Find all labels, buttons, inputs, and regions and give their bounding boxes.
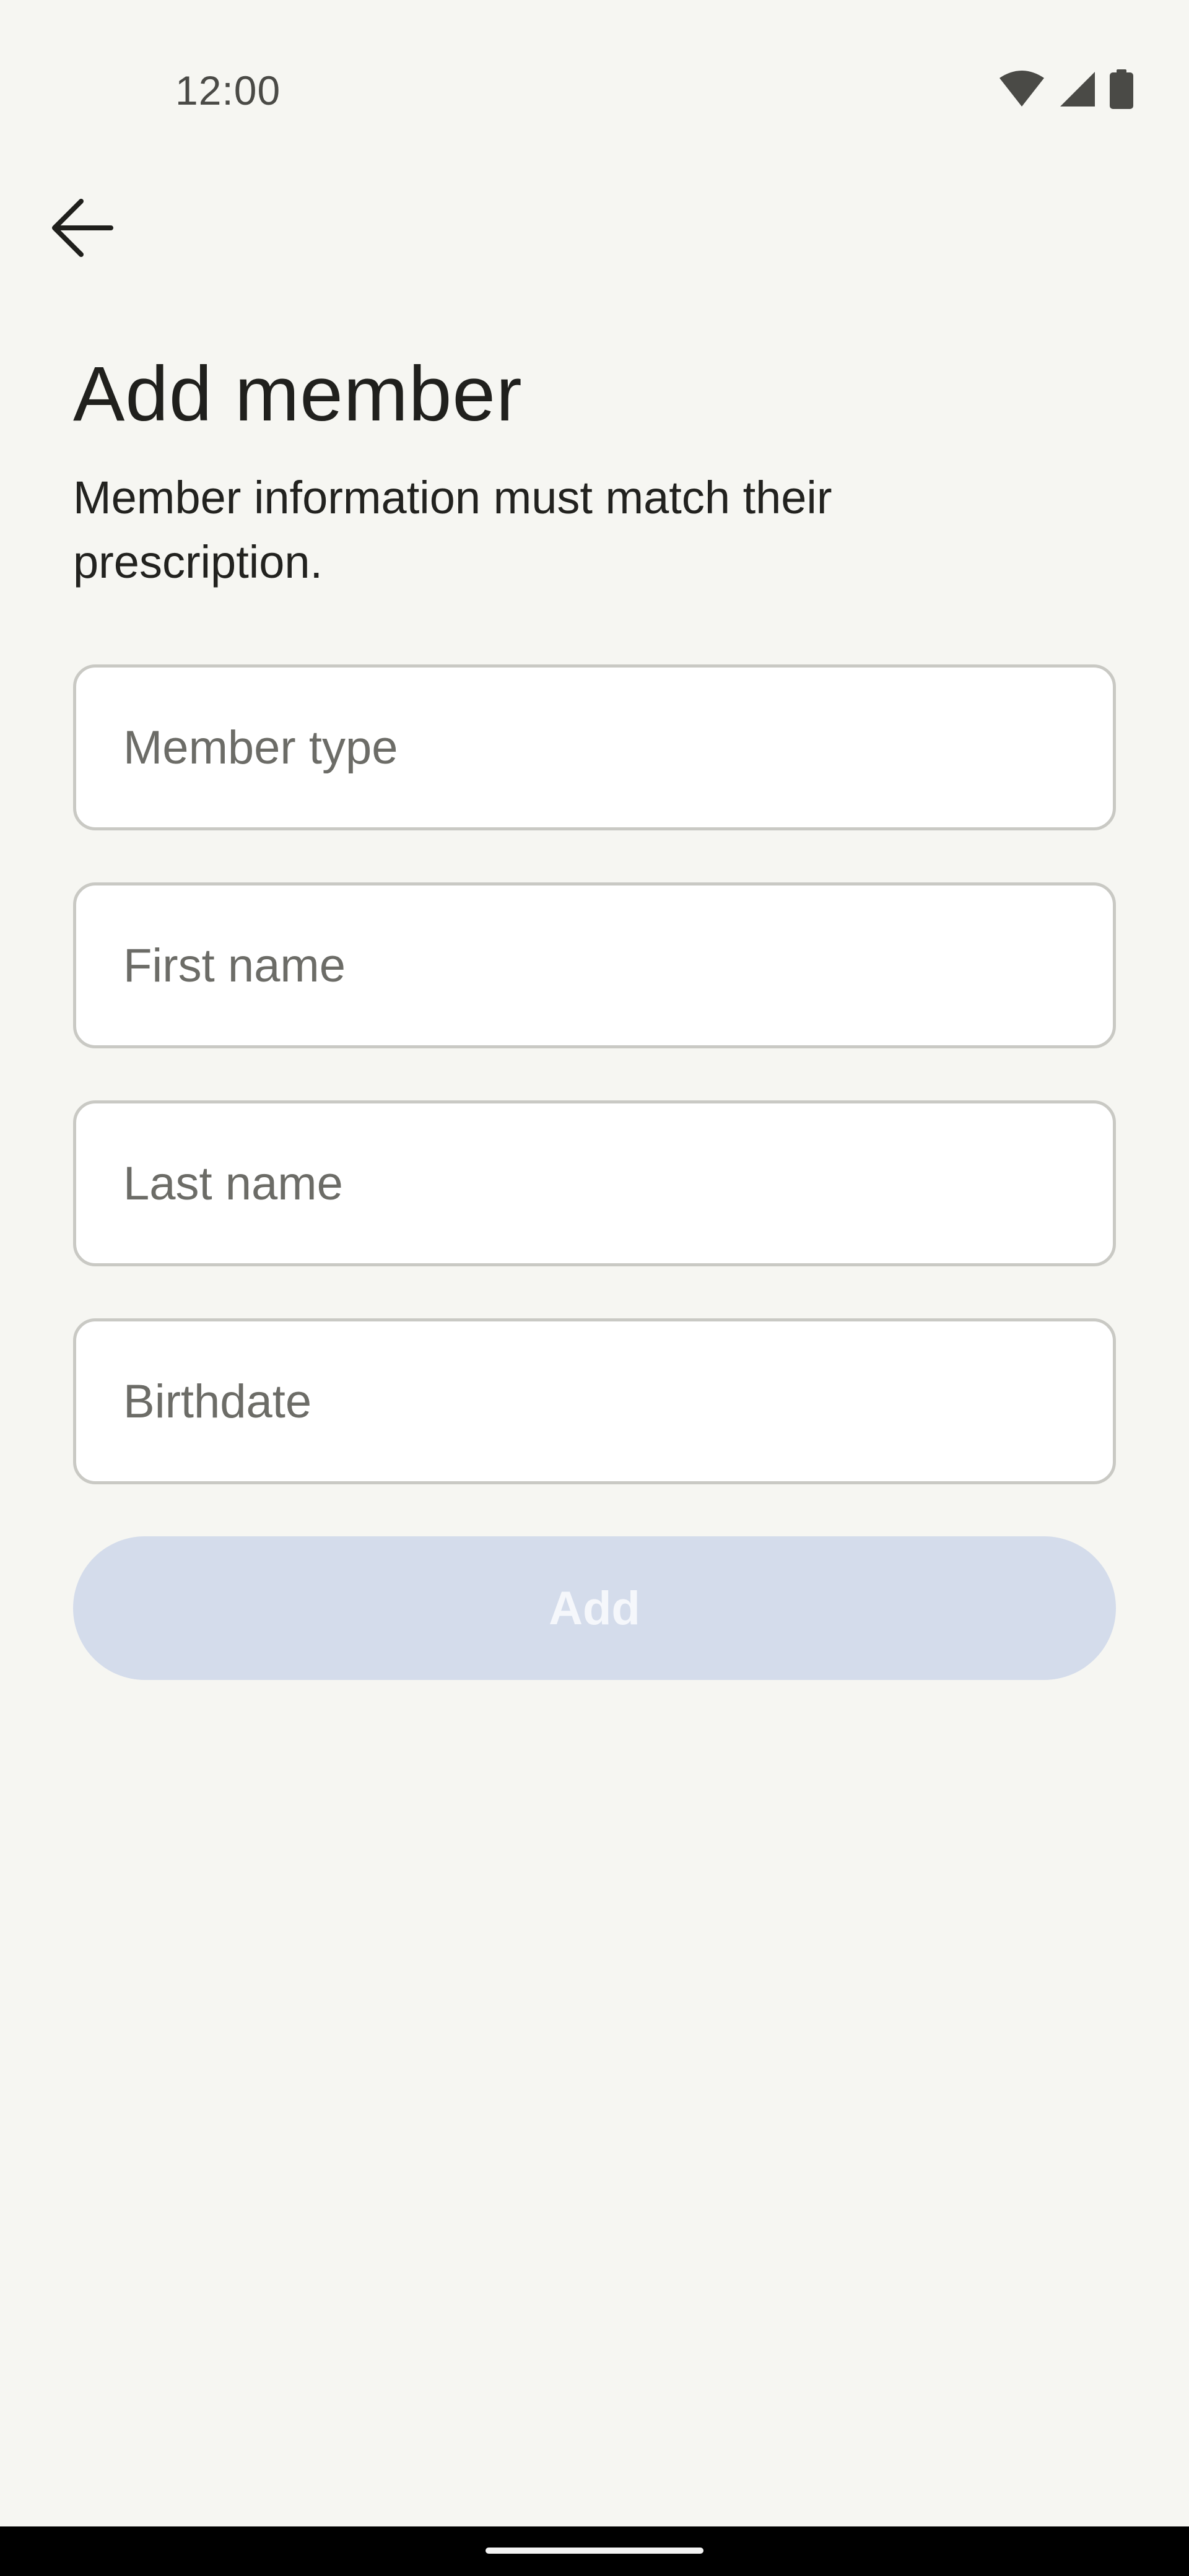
arrow-left-icon: [49, 194, 117, 265]
status-icons: [998, 69, 1133, 109]
member-type-input[interactable]: [76, 668, 1113, 827]
battery-icon: [1110, 69, 1133, 109]
birthdate-input[interactable]: [76, 1321, 1113, 1481]
add-button-label: Add: [549, 1582, 640, 1635]
status-bar: 12:00: [0, 0, 1189, 186]
system-navigation-bar: [0, 2526, 1189, 2576]
page-title: Add member: [73, 351, 523, 437]
last-name-field[interactable]: [73, 1100, 1116, 1266]
status-time: 12:00: [175, 67, 281, 113]
last-name-input[interactable]: [76, 1103, 1113, 1263]
birthdate-field[interactable]: [73, 1318, 1116, 1484]
wifi-icon: [998, 71, 1045, 108]
back-button[interactable]: [33, 180, 133, 279]
cellular-signal-icon: [1059, 71, 1096, 108]
home-indicator[interactable]: [486, 2548, 703, 2554]
member-type-field[interactable]: [73, 664, 1116, 830]
first-name-field[interactable]: [73, 882, 1116, 1048]
add-button[interactable]: Add: [73, 1536, 1116, 1680]
page-subtitle: Member information must match their pres…: [73, 472, 832, 588]
first-name-input[interactable]: [76, 886, 1113, 1045]
